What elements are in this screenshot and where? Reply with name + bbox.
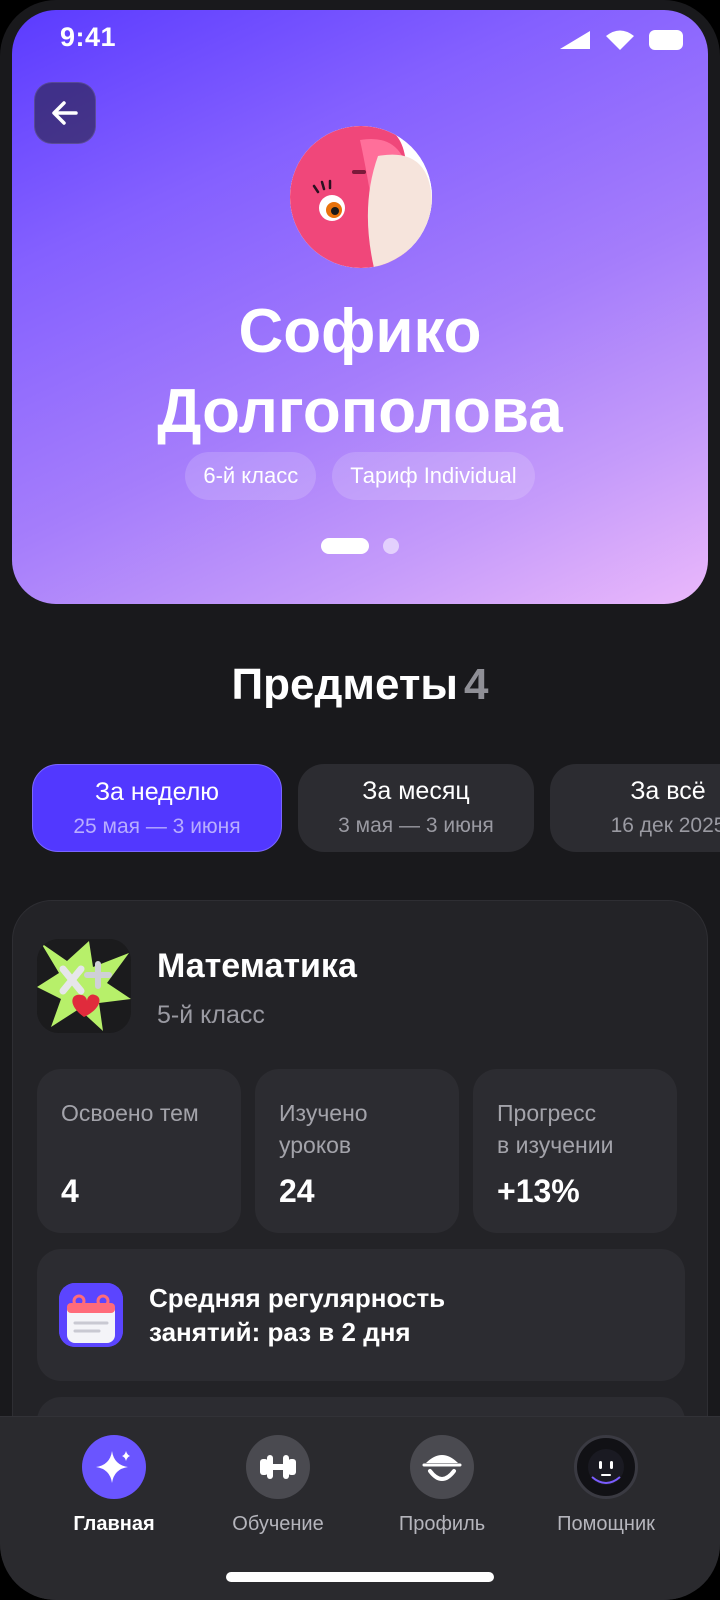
stat-label: Освоено тем <box>61 1100 199 1126</box>
nav-label: Профиль <box>398 1513 486 1535</box>
stat-value: +13% <box>497 1173 580 1209</box>
status-time: 9:41 <box>60 22 117 52</box>
wifi-icon <box>606 30 634 50</box>
face-icon <box>410 1435 474 1499</box>
subjects-count: 4 <box>463 660 489 709</box>
app-screen: 9:41 Софико Долгополова 6-й класс Тариф … <box>0 0 720 1600</box>
subjects-title: Предметы 4 <box>0 660 720 710</box>
period-month-chip[interactable]: За месяц 3 мая — 3 июня <box>298 764 534 852</box>
period-selector: За неделю 25 мая — 3 июня За месяц 3 мая… <box>32 764 720 852</box>
dumbbell-icon <box>246 1435 310 1499</box>
robot-icon <box>574 1435 638 1499</box>
regularity-row: Средняя регулярность занятий: раз в 2 дн… <box>37 1249 685 1381</box>
carousel-indicator <box>12 538 708 554</box>
signal-icon <box>560 31 590 49</box>
stat-progress: Прогресс в изучении +13% <box>473 1069 677 1233</box>
nav-learning[interactable]: Обучение <box>198 1435 358 1536</box>
period-range: 25 мая — 3 июня <box>73 815 241 838</box>
carousel-dot[interactable] <box>383 538 399 554</box>
arrow-left-icon <box>52 101 78 125</box>
subject-grade: 5-й класс <box>157 1001 265 1029</box>
period-week-chip[interactable]: За неделю 25 мая — 3 июня <box>32 764 282 852</box>
profile-last-name: Долгополова <box>157 377 563 446</box>
plan-tag: Тариф Individual <box>332 452 535 500</box>
nav-label: Обучение <box>232 1513 324 1535</box>
regularity-text: Средняя регулярность занятий: раз в 2 дн… <box>149 1283 446 1347</box>
period-all-chip[interactable]: За всё 16 дек 2025 <box>550 764 720 852</box>
profile-tags: 6-й класс Тариф Individual <box>12 452 708 500</box>
nav-home[interactable]: Главная <box>34 1435 194 1536</box>
math-subject-icon <box>37 939 131 1033</box>
status-icons <box>558 26 686 54</box>
carousel-dot-active[interactable] <box>321 538 369 554</box>
avatar[interactable] <box>290 126 432 268</box>
stat-label: Изучено уроков <box>279 1100 368 1158</box>
period-label: За месяц <box>362 777 470 805</box>
nav-profile[interactable]: Профиль <box>362 1435 522 1536</box>
mascot-avatar-icon <box>290 126 432 268</box>
calendar-icon <box>59 1283 123 1347</box>
period-range: 3 мая — 3 июня <box>338 814 494 837</box>
period-label: За всё <box>630 777 706 805</box>
grade-tag: 6-й класс <box>185 452 317 500</box>
period-range: 16 дек 2025 <box>610 814 720 837</box>
stat-lessons-studied: Изучено уроков 24 <box>255 1069 459 1233</box>
stat-value: 4 <box>61 1173 79 1209</box>
subjects-title-text: Предметы <box>231 660 458 709</box>
nav-label: Помощник <box>557 1513 655 1535</box>
subject-name: Математика <box>157 947 357 985</box>
battery-icon <box>649 30 683 50</box>
sparkle-icon <box>82 1435 146 1499</box>
period-label: За неделю <box>94 778 220 806</box>
back-button[interactable] <box>34 82 96 144</box>
nav-label: Главная <box>73 1513 155 1535</box>
stat-value: 24 <box>279 1173 315 1209</box>
stat-label: Прогресс в изучении <box>497 1100 614 1158</box>
nav-assistant[interactable]: Помощник <box>526 1435 686 1536</box>
home-indicator[interactable] <box>226 1572 494 1582</box>
stat-topics-mastered: Освоено тем 4 <box>37 1069 241 1233</box>
profile-first-name: Софико <box>238 297 482 366</box>
profile-hero: 9:41 Софико Долгополова 6-й класс Тариф … <box>12 10 708 604</box>
